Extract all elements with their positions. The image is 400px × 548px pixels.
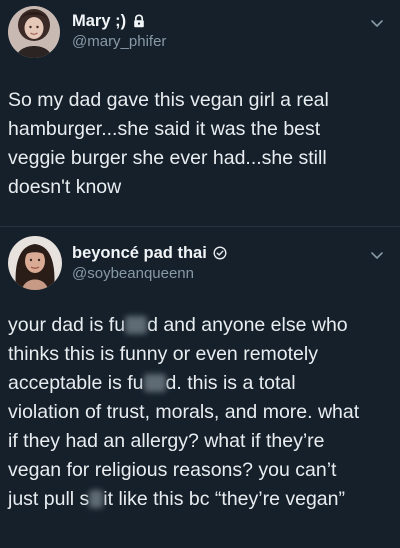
tweet-text-segment: it like this bc “they’re vegan” bbox=[103, 488, 345, 510]
tweet[interactable]: beyoncé pad thai @soybeanqueenn your dad… bbox=[0, 226, 400, 548]
tweet-text-line: if they had an allergy? what if they’re bbox=[8, 430, 325, 452]
tweet-text-line: doesn't know bbox=[8, 176, 122, 198]
tweet[interactable]: Mary ;) @mary_phifer So my dad gave this… bbox=[0, 0, 400, 226]
tweet-text-line: violation of trust, morals, and more. wh… bbox=[8, 401, 360, 423]
display-name[interactable]: Mary ;) bbox=[72, 12, 126, 31]
handle[interactable]: @soybeanqueenn bbox=[72, 265, 227, 282]
chevron-down-icon[interactable] bbox=[370, 248, 384, 262]
tweet-text-line: thinks this is funny or even remotely bbox=[8, 343, 318, 365]
tweet-text-line: hamburger...she said it was the best bbox=[8, 118, 321, 140]
tweet-header: beyoncé pad thai @soybeanqueenn bbox=[72, 242, 227, 282]
tweet-text-segment: acceptable is fu bbox=[8, 372, 144, 394]
censor-blur bbox=[125, 316, 148, 334]
avatar[interactable] bbox=[8, 6, 60, 58]
tweet-text-line: vegan for religious reasons? you can’t bbox=[8, 459, 337, 481]
circled-check-icon bbox=[213, 246, 227, 260]
censor-blur bbox=[143, 374, 166, 392]
tweet-header: Mary ;) @mary_phifer bbox=[72, 10, 166, 51]
tweet-text-line: acceptable is fu d. this is a total bbox=[8, 369, 392, 398]
tweet-text: your dad is fu d and anyone else who thin… bbox=[8, 311, 392, 514]
tweet-text-line: your dad is fu d and anyone else who bbox=[8, 311, 392, 340]
avatar[interactable] bbox=[8, 236, 62, 290]
chevron-down-icon[interactable] bbox=[370, 16, 384, 30]
censor-blur bbox=[89, 490, 104, 508]
tweet-text-segment: d. this is a total bbox=[165, 372, 296, 394]
tweet-text: So my dad gave this vegan girl a real ha… bbox=[8, 86, 392, 202]
display-name[interactable]: beyoncé pad thai bbox=[72, 244, 207, 263]
tweet-text-segment: just pull s bbox=[8, 488, 90, 510]
tweet-text-line: veggie burger she ever had...she still bbox=[8, 147, 327, 169]
tweet-text-segment: d and anyone else who bbox=[147, 314, 348, 336]
handle[interactable]: @mary_phifer bbox=[72, 33, 166, 50]
tweet-text-segment: your dad is fu bbox=[8, 314, 126, 336]
tweet-text-line: So my dad gave this vegan girl a real bbox=[8, 89, 329, 111]
tweet-text-line: just pull s it like this bc “they’re vega… bbox=[8, 485, 392, 514]
lock-icon bbox=[132, 14, 146, 28]
